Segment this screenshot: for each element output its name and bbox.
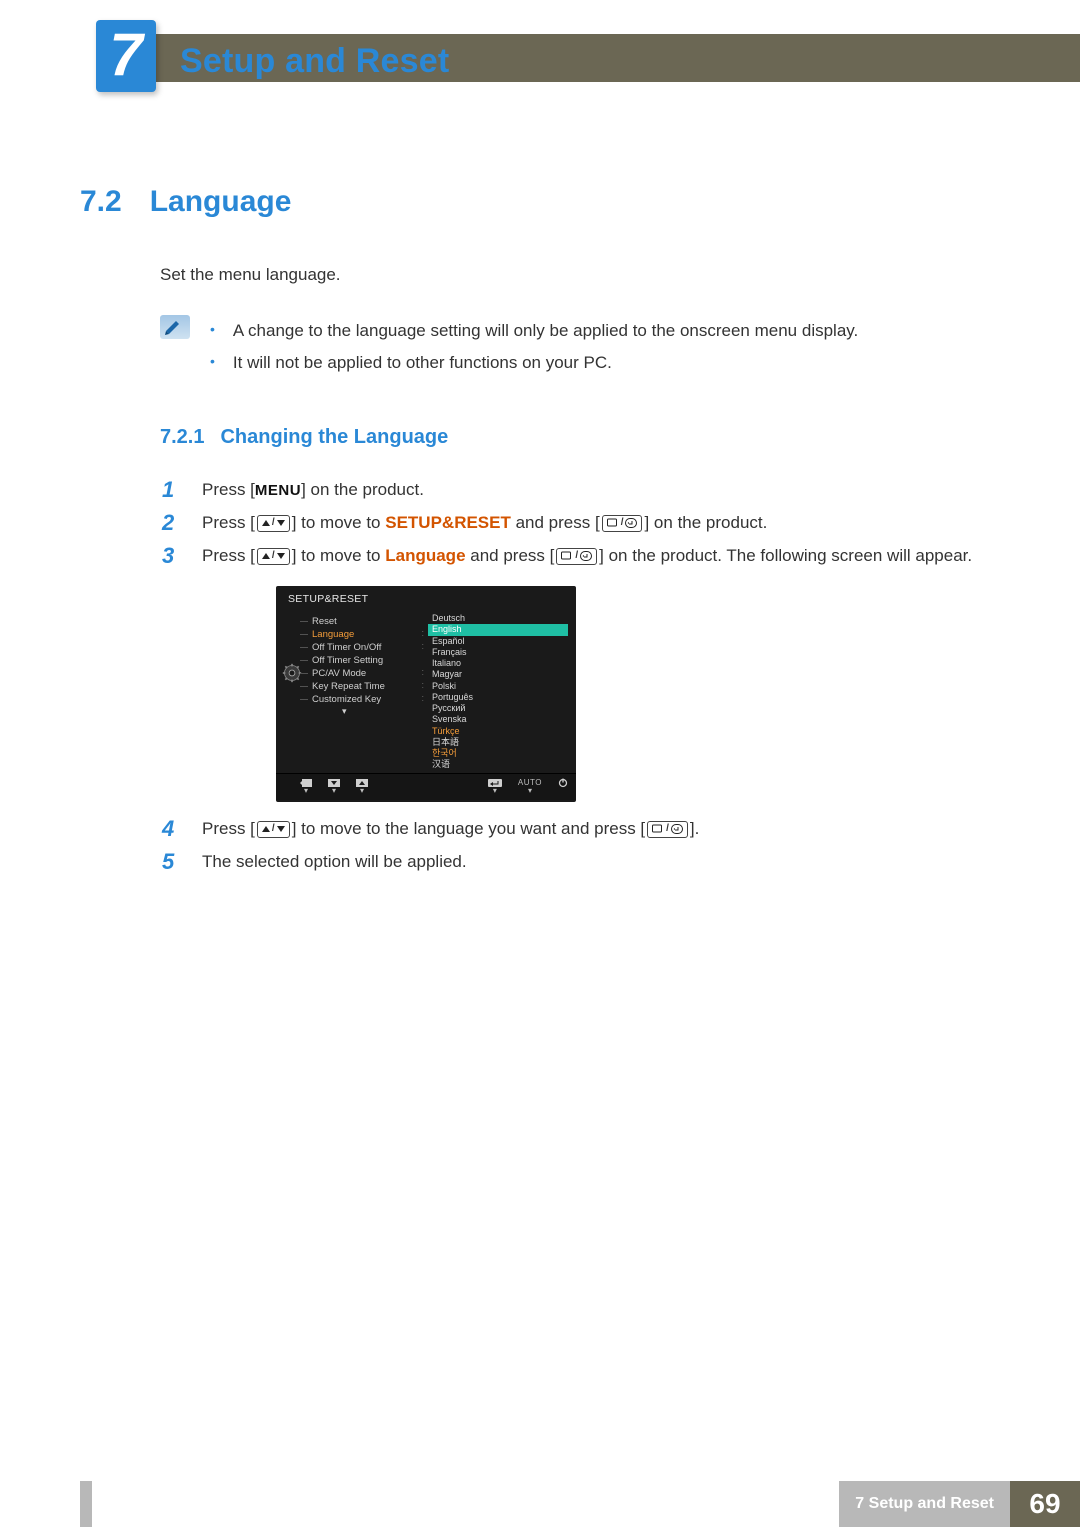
subsection-heading: 7.2.1 Changing the Language [160, 426, 1000, 449]
subsection-title: Changing the Language [220, 426, 448, 449]
gear-icon [282, 663, 302, 683]
osd-menu-item-selected: Language: [312, 628, 414, 641]
step-number: 2 [162, 506, 180, 539]
step-number: 5 [162, 845, 180, 878]
osd-language-column: Deutsch English Español Français Italian… [416, 611, 576, 773]
note-item: A change to the language setting will on… [210, 315, 858, 347]
step-number: 3 [162, 539, 180, 572]
chapter-title: Setup and Reset [180, 42, 449, 81]
keyword-language: Language [385, 546, 465, 565]
down-nav-icon: ▾ [328, 779, 340, 795]
text: Press [ [202, 480, 255, 499]
osd-language-item: Español [428, 636, 568, 647]
osd-menu-item: Customized Key: [312, 693, 414, 706]
osd-language-item: 日本語 [428, 737, 568, 748]
source-enter-icon: / [602, 515, 643, 532]
section-heading: 7.2 Language [80, 185, 1000, 219]
text: ]. [690, 819, 699, 838]
footer-page-number: 69 [1010, 1481, 1080, 1527]
text: and press [ [466, 546, 555, 565]
osd-language-item: Polski [428, 681, 568, 692]
step-3: 3 Press [/] to move to Language and pres… [162, 539, 1000, 572]
up-down-icon: / [257, 515, 290, 532]
auto-label: AUTO▾ [518, 779, 542, 795]
osd-bottom-bar: ▾ ▾ ▾ ▾ AUTO▾ [276, 773, 576, 800]
text: Press [ [202, 513, 255, 532]
osd-language-item: Italiano [428, 658, 568, 669]
step-text: Press [MENU] on the product. [202, 473, 1000, 506]
footer-section-label: 7 Setup and Reset [839, 1481, 1010, 1527]
osd-language-item: Svenska [428, 714, 568, 725]
note-item: It will not be applied to other function… [210, 347, 858, 379]
text: and press [ [511, 513, 600, 532]
osd-language-item: 汉语 [428, 759, 568, 770]
text: Press [ [202, 546, 255, 565]
enter-icon: ▾ [488, 779, 502, 795]
chapter-badge: 7 [96, 20, 156, 92]
osd-language-item: Português [428, 692, 568, 703]
text: Press [ [202, 819, 255, 838]
note-block: A change to the language setting will on… [160, 315, 1000, 380]
text: ] on the product. The following screen w… [599, 546, 972, 565]
text: ] on the product. [301, 480, 424, 499]
menu-button-label: MENU [255, 476, 301, 505]
step-1: 1 Press [MENU] on the product. [162, 473, 1000, 506]
steps-list: 1 Press [MENU] on the product. 2 Press [… [162, 473, 1000, 878]
osd-language-item: Magyar [428, 669, 568, 680]
osd-menu-column: Reset Language: Off Timer On/Off: Off Ti… [276, 611, 416, 773]
keyword-setup-reset: SETUP&RESET [385, 513, 511, 532]
step-text: Press [/] to move to Language and press … [202, 539, 1000, 572]
osd-language-item-highlighted: English [428, 624, 568, 635]
up-nav-icon: ▾ [356, 779, 368, 795]
text: ] to move to the language you want and p… [292, 819, 645, 838]
note-list: A change to the language setting will on… [210, 315, 858, 380]
step-text: Press [/] to move to SETUP&RESET and pre… [202, 506, 1000, 539]
section-number: 7.2 [80, 185, 122, 219]
step-5: 5 The selected option will be applied. [162, 845, 1000, 878]
osd-language-item: Русский [428, 703, 568, 714]
osd-menu-item: Off Timer On/Off: [312, 641, 414, 654]
osd-language-item: Français [428, 647, 568, 658]
section-intro: Set the menu language. [160, 265, 1000, 285]
power-icon [558, 778, 568, 796]
chevron-down-icon: ▾ [342, 706, 414, 717]
osd-menu-item: Key Repeat Time: [312, 680, 414, 693]
osd-title: SETUP&RESET [276, 586, 576, 611]
osd-panel: SETUP&RESET Reset Language: Off Timer On… [276, 586, 576, 802]
step-number: 4 [162, 812, 180, 845]
text: ] on the product. [644, 513, 767, 532]
osd-screenshot: SETUP&RESET Reset Language: Off Timer On… [276, 586, 1000, 802]
step-text: Press [/] to move to the language you wa… [202, 812, 1000, 845]
step-2: 2 Press [/] to move to SETUP&RESET and p… [162, 506, 1000, 539]
osd-language-item: Türkçe [428, 726, 568, 737]
osd-language-item: 한국어 [428, 748, 568, 759]
section-title: Language [150, 185, 292, 219]
text: ] to move to [292, 513, 386, 532]
source-enter-icon: / [647, 821, 688, 838]
step-text: The selected option will be applied. [202, 845, 1000, 878]
up-down-icon: / [257, 548, 290, 565]
page-footer: 7 Setup and Reset 69 [0, 1481, 1080, 1527]
step-number: 1 [162, 473, 180, 506]
osd-menu-item: PC/AV Mode: [312, 667, 414, 680]
note-icon [160, 315, 190, 339]
osd-language-list: Deutsch English Español Français Italian… [428, 613, 568, 771]
text: ] to move to [292, 546, 386, 565]
osd-menu-item: Off Timer Setting [312, 654, 414, 667]
subsection-number: 7.2.1 [160, 426, 204, 449]
footer-accent [80, 1481, 92, 1527]
osd-menu-item: Reset [312, 615, 414, 628]
page-content: 7.2 Language Set the menu language. A ch… [80, 185, 1000, 878]
step-4: 4 Press [/] to move to the language you … [162, 812, 1000, 845]
back-icon: ▾ [300, 779, 312, 795]
osd-language-item: Deutsch [428, 613, 568, 624]
source-enter-icon: / [556, 548, 597, 565]
up-down-icon: / [257, 821, 290, 838]
osd-menu-list: Reset Language: Off Timer On/Off: Off Ti… [312, 615, 414, 706]
